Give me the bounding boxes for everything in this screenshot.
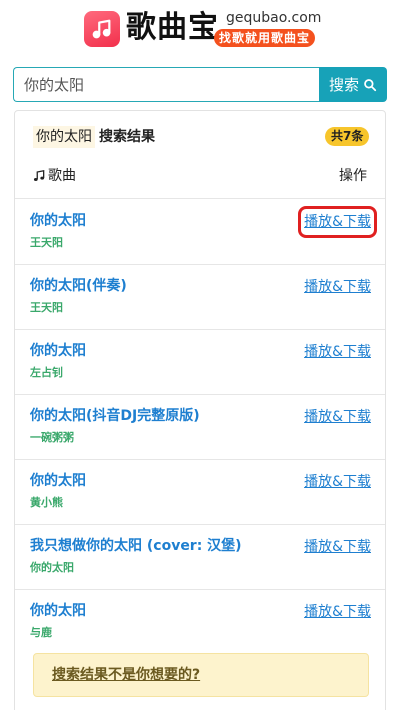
search-button[interactable]: 搜索 <box>319 67 387 102</box>
song-title-link[interactable]: 你的太阳 <box>30 600 86 622</box>
table-row: 你的太阳 与鹿 播放&下载 <box>15 590 385 655</box>
not-what-you-want-link[interactable]: 搜索结果不是你想要的? <box>52 665 200 685</box>
site-domain: gequbao.com <box>226 10 322 26</box>
song-artist: 王天阳 <box>30 301 63 314</box>
results-card: 你的太阳 搜索结果 共7条 歌曲 操作 你的太阳 王天阳 播放&下载 你的太阳(… <box>14 110 386 710</box>
song-artist: 黄小熊 <box>30 496 63 509</box>
song-artist: 你的太阳 <box>30 561 74 574</box>
table-row: 你的太阳 左占钊 播放&下载 <box>15 330 385 395</box>
play-download-link[interactable]: 播放&下载 <box>304 342 371 362</box>
table-row: 你的太阳 王天阳 播放&下载 <box>15 200 385 265</box>
not-found-notice: 搜索结果不是你想要的? <box>33 653 369 697</box>
site-slogan: 找歌就用歌曲宝 <box>214 29 316 47</box>
play-download-link[interactable]: 播放&下载 <box>304 602 371 622</box>
play-download-link[interactable]: 播放&下载 <box>298 206 377 238</box>
song-title-link[interactable]: 我只想做你的太阳 (cover: 汉堡) <box>30 535 242 557</box>
results-query: 你的太阳 <box>33 126 95 148</box>
search-icon <box>364 78 377 91</box>
table-row: 你的太阳(抖音DJ完整原版) 一碗粥粥 播放&下载 <box>15 395 385 460</box>
play-download-link[interactable]: 播放&下载 <box>304 472 371 492</box>
music-note-icon[interactable] <box>84 11 120 47</box>
column-song-label: 歌曲 <box>48 168 76 184</box>
song-title-link[interactable]: 你的太阳 <box>30 340 86 362</box>
results-label: 搜索结果 <box>99 129 155 145</box>
song-artist: 一碗粥粥 <box>30 431 74 444</box>
site-header: 歌曲宝 gequbao.com 找歌就用歌曲宝 <box>0 0 400 58</box>
column-action: 操作 <box>339 168 367 184</box>
table-row: 你的太阳(伴奏) 王天阳 播放&下载 <box>15 265 385 330</box>
results-header: 你的太阳 搜索结果 共7条 <box>15 111 385 161</box>
play-download-link[interactable]: 播放&下载 <box>304 537 371 557</box>
song-title-link[interactable]: 你的太阳 <box>30 210 86 232</box>
play-download-link[interactable]: 播放&下载 <box>304 277 371 297</box>
song-artist: 王天阳 <box>30 236 63 249</box>
song-title-link[interactable]: 你的太阳 <box>30 470 86 492</box>
song-title-link[interactable]: 你的太阳(抖音DJ完整原版) <box>30 405 200 427</box>
song-artist: 左占钊 <box>30 366 63 379</box>
table-header: 歌曲 操作 <box>15 161 385 199</box>
column-song: 歌曲 <box>32 165 76 187</box>
song-title-link[interactable]: 你的太阳(伴奏) <box>30 275 127 297</box>
search-bar: 搜索 <box>13 67 387 102</box>
search-button-label: 搜索 <box>328 76 359 94</box>
song-artist: 与鹿 <box>30 626 52 639</box>
music-note-icon <box>33 169 45 182</box>
table-row: 我只想做你的太阳 (cover: 汉堡) 你的太阳 播放&下载 <box>15 525 385 590</box>
table-row: 你的太阳 黄小熊 播放&下载 <box>15 460 385 525</box>
play-download-link[interactable]: 播放&下载 <box>304 407 371 427</box>
site-title[interactable]: 歌曲宝 <box>126 8 219 48</box>
search-input[interactable] <box>13 67 319 102</box>
results-count-badge: 共7条 <box>325 127 370 146</box>
